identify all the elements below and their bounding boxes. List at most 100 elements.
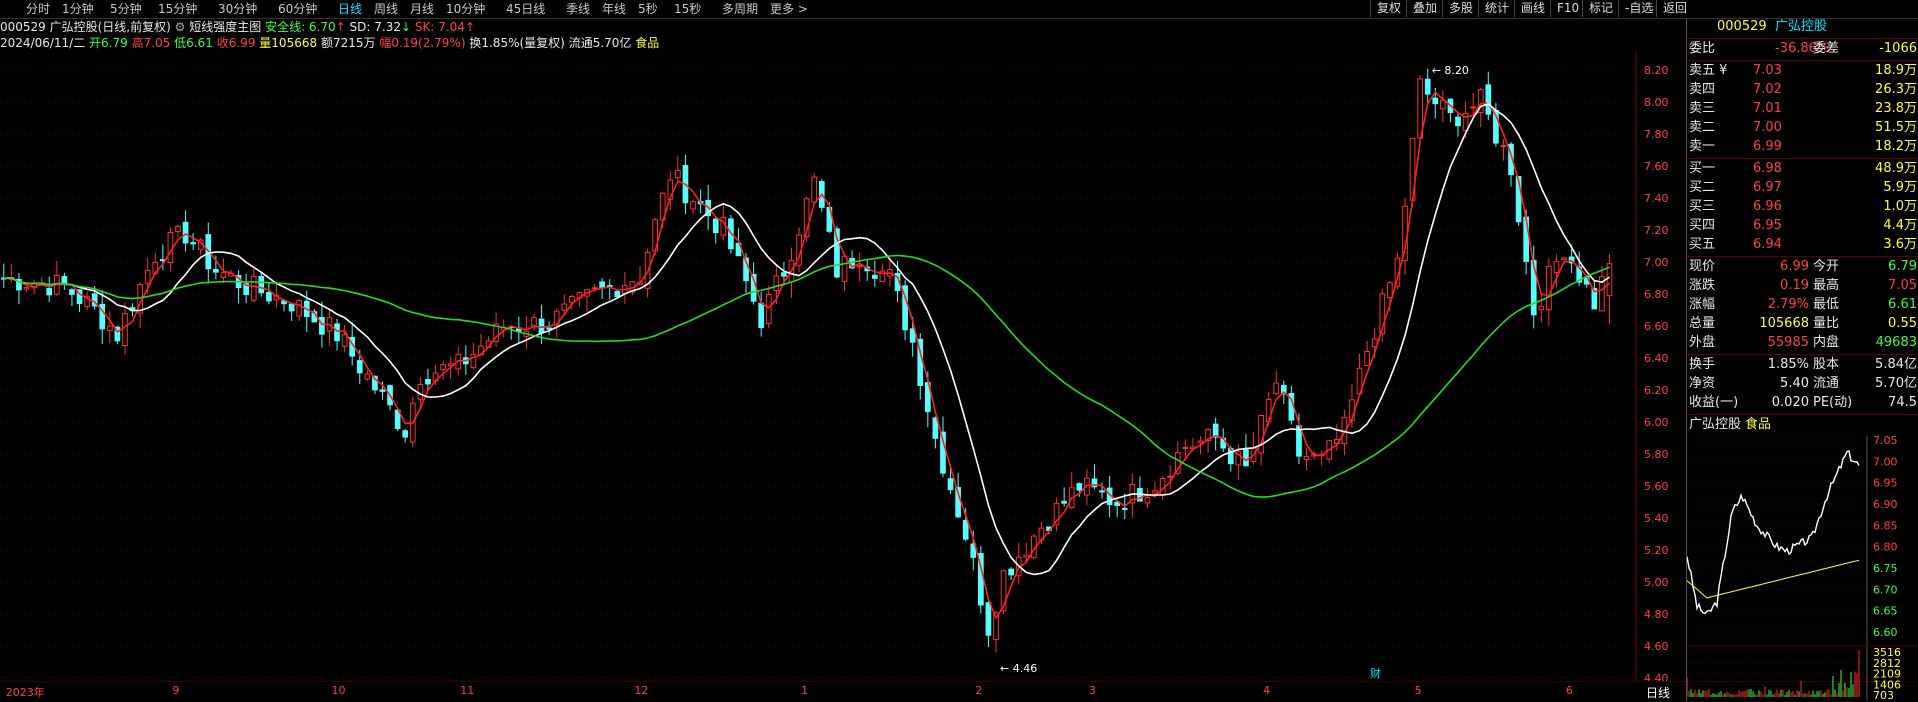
candle-body[interactable] — [61, 276, 68, 285]
candle-body[interactable] — [811, 176, 818, 203]
candle-body[interactable] — [1099, 490, 1105, 493]
indicator-name[interactable]: 短线强度主图 — [189, 20, 261, 34]
candle-body[interactable] — [440, 364, 446, 370]
candle-body[interactable] — [947, 478, 954, 491]
candle-body[interactable] — [425, 378, 431, 385]
candle-body[interactable] — [23, 287, 30, 290]
toolbar-btn-7[interactable]: -自选 — [1618, 0, 1659, 17]
kline-chart[interactable]: 8.20 8.00 7.80 7.60 7.40 7.20 7.00 6.80 6.60 6.40… — [0, 51, 1686, 681]
period-tab-2[interactable]: 5分钟 — [110, 1, 142, 17]
period-tab-5[interactable]: 60分钟 — [278, 1, 317, 17]
candle-body[interactable] — [1561, 257, 1567, 261]
intraday-mini-chart[interactable]: 7.05 7.00 6.95 6.90 6.85 6.80 6.75 6.70 6.65 6.60… — [1687, 436, 1918, 701]
candle-body[interactable] — [962, 519, 969, 540]
candle-body[interactable] — [220, 272, 227, 278]
candle-body[interactable] — [856, 265, 863, 268]
candle-body[interactable] — [985, 602, 992, 636]
period-tab-1[interactable]: 1分钟 — [62, 1, 94, 17]
period-tab-13[interactable]: 5秒 — [638, 1, 658, 17]
candle-body[interactable] — [182, 221, 189, 244]
candle-body[interactable] — [106, 325, 113, 331]
candle-body[interactable] — [1273, 382, 1280, 395]
toolbar-btn-8[interactable]: 返回 — [1656, 0, 1693, 17]
period-tab-0[interactable]: 分时 — [26, 1, 50, 17]
candle-body[interactable] — [122, 313, 128, 346]
candle-body[interactable] — [319, 316, 325, 335]
candle-body[interactable] — [417, 383, 424, 400]
candle-body[interactable] — [190, 242, 196, 245]
candle-body[interactable] — [1182, 446, 1189, 449]
candle-body[interactable] — [1553, 261, 1560, 273]
candle-body[interactable] — [781, 272, 787, 277]
candle-body[interactable] — [334, 323, 340, 342]
period-tab-8[interactable]: 月线 — [410, 1, 434, 17]
candle-body[interactable] — [1061, 500, 1068, 504]
candle-body[interactable] — [46, 288, 53, 296]
period-tab-3[interactable]: 15分钟 — [158, 1, 197, 17]
period-label[interactable]: 日线 — [1646, 684, 1670, 701]
candle-body[interactable] — [841, 255, 848, 282]
candle-body[interactable] — [379, 389, 386, 392]
candle-body[interactable] — [773, 275, 780, 292]
candle-body[interactable] — [341, 334, 348, 347]
period-tab-16[interactable]: 更多 > — [770, 1, 808, 17]
candle-body[interactable] — [1432, 97, 1439, 105]
candle-body[interactable] — [1243, 448, 1249, 467]
kline-svg[interactable]: 8.20 8.00 7.80 7.60 7.40 7.20 7.00 6.80 6.60 6.40… — [0, 51, 1686, 681]
candle-body[interactable] — [402, 430, 409, 438]
toolbar-btn-1[interactable]: 叠加 — [1406, 0, 1443, 17]
candle-body[interactable] — [531, 317, 537, 327]
candle-body[interactable] — [1197, 440, 1204, 444]
candle-body[interactable] — [1364, 351, 1370, 367]
candle-body[interactable] — [871, 274, 878, 279]
candle-body[interactable] — [546, 327, 552, 330]
period-tab-6[interactable]: 日线 — [338, 1, 362, 17]
indicator-gear-icon[interactable]: ⚙ — [175, 20, 186, 34]
period-tab-7[interactable]: 周线 — [374, 1, 398, 17]
toolbar-btn-6[interactable]: 标记 — [1582, 0, 1619, 17]
period-tab-11[interactable]: 季线 — [566, 1, 590, 17]
candle-body[interactable] — [175, 225, 181, 233]
candle-body[interactable] — [1546, 265, 1552, 311]
period-tab-14[interactable]: 15秒 — [674, 1, 701, 17]
candle-body[interactable] — [675, 169, 681, 179]
candle-body[interactable] — [250, 275, 257, 301]
period-tab-4[interactable]: 30分钟 — [218, 1, 257, 17]
candle-body[interactable] — [1500, 145, 1507, 148]
toolbar-btn-4[interactable]: 画线 — [1514, 0, 1551, 17]
period-tab-12[interactable]: 年线 — [602, 1, 626, 17]
candle-body[interactable] — [614, 290, 621, 298]
period-tab-10[interactable]: 45日线 — [506, 1, 545, 17]
candle-body[interactable] — [712, 218, 719, 234]
finance-marker[interactable]: 财 — [1370, 666, 1381, 680]
period-tab-9[interactable]: 10分钟 — [446, 1, 485, 17]
toolbar-btn-3[interactable]: 统计 — [1478, 0, 1515, 17]
candle-body[interactable] — [1455, 116, 1461, 127]
candle-body[interactable] — [356, 360, 363, 374]
candle-body[interactable] — [1144, 497, 1151, 504]
candle-body[interactable] — [591, 287, 598, 290]
candle-body[interactable] — [599, 281, 605, 288]
candle-body[interactable] — [296, 299, 303, 317]
candle-body[interactable] — [1008, 568, 1014, 576]
candle-body[interactable] — [258, 276, 265, 294]
candle-body[interactable] — [1152, 490, 1158, 494]
candle-body[interactable] — [213, 268, 219, 273]
candle-body[interactable] — [758, 302, 765, 329]
candle-body[interactable] — [1076, 483, 1083, 491]
candle-body[interactable] — [69, 289, 75, 295]
candle-body[interactable] — [364, 373, 371, 380]
candle-body[interactable] — [167, 231, 174, 264]
candle-body[interactable] — [1424, 78, 1431, 95]
candle-body[interactable] — [288, 303, 295, 312]
candle-body[interactable] — [1023, 554, 1030, 558]
candle-body[interactable] — [1485, 84, 1492, 115]
toolbar-btn-5[interactable]: F10 — [1550, 0, 1585, 17]
candle-body[interactable] — [1121, 507, 1128, 510]
candle-body[interactable] — [144, 269, 151, 284]
candle-body[interactable] — [1538, 305, 1545, 311]
candle-body[interactable] — [1303, 456, 1310, 460]
candle-body[interactable] — [690, 201, 696, 210]
toolbar-btn-0[interactable]: 复权 — [1370, 0, 1407, 17]
candle-body[interactable] — [538, 318, 545, 334]
